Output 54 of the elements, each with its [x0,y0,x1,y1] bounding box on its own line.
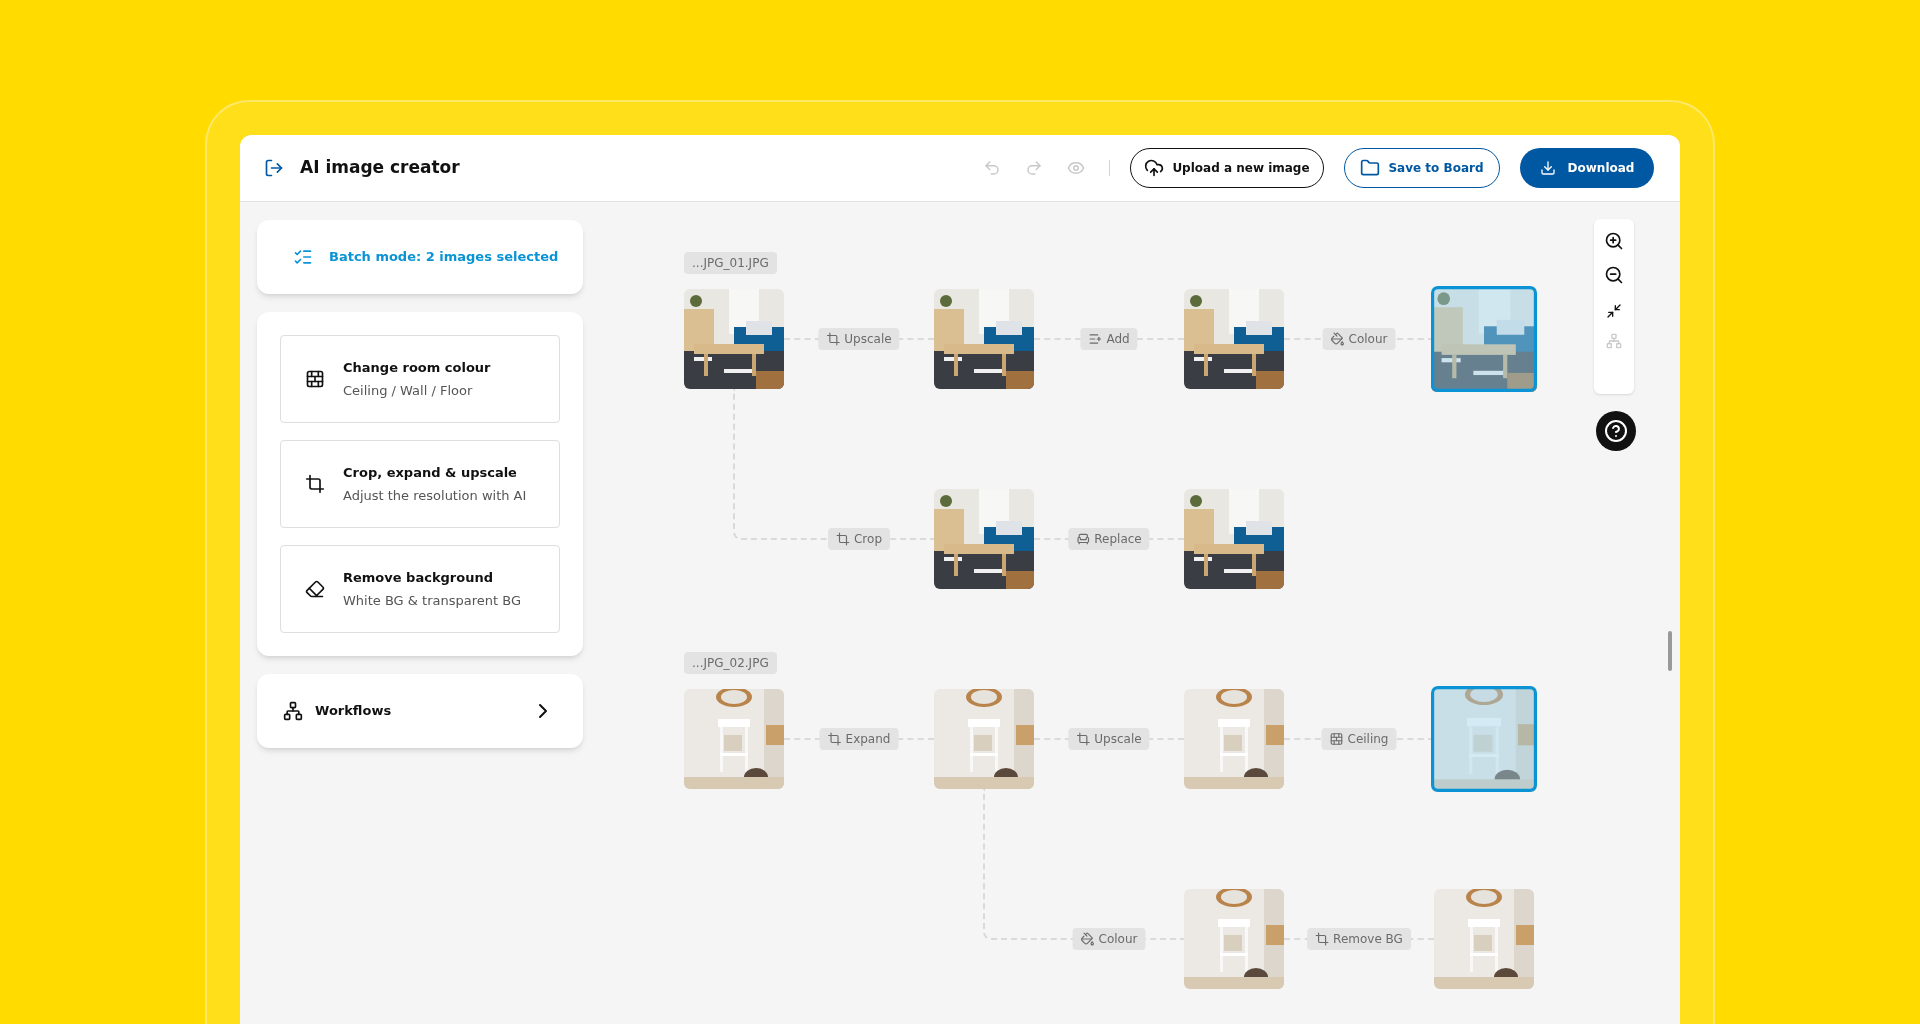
armchair-icon [1076,532,1091,546]
tool-title: Change room colour [343,358,491,377]
step-label[interactable]: Ceiling [1321,728,1397,750]
crop-icon [305,474,325,494]
tool-title: Crop, expand & upscale [343,463,518,482]
tool-title: Remove background [343,568,494,587]
crop-icon [827,732,842,746]
download-icon [1539,160,1556,176]
paint-bucket-icon [1080,932,1095,946]
tool-subtitle: Adjust the resolution with AI [343,487,527,505]
tool-subtitle: Ceiling / Wall / Floor [343,382,474,400]
crop-icon [1076,732,1091,746]
tool-option[interactable]: Crop, expand & upscale Adjust the resolution with AI [280,440,560,528]
hierarchy-icon[interactable] [1606,333,1622,349]
step-label[interactable]: Add [1080,328,1138,350]
undo-icon[interactable] [983,159,1001,177]
list-plus-icon [1088,332,1103,346]
step-label[interactable]: Replace [1068,528,1150,550]
step-label[interactable]: Upscale [1068,728,1150,750]
file-name-tag: ...JPG_02.JPG [684,652,777,674]
list-check-icon [293,247,313,267]
tool-subtitle: White BG & transparent BG [343,592,522,610]
preview-icon[interactable] [1067,159,1085,177]
eraser-icon [305,579,325,599]
workflows-button[interactable]: Workflows [257,674,583,748]
crop-icon [1315,932,1330,946]
zoom-out-icon[interactable] [1604,265,1624,285]
download-button[interactable]: Download [1520,148,1654,188]
batch-mode-text: Batch mode: 2 images selected [329,248,559,267]
brick-wall-icon [1329,732,1344,746]
step-label[interactable]: Upscale [818,328,900,350]
exit-icon[interactable] [264,158,284,178]
tool-option[interactable]: Remove background White BG & transparent BG [280,545,560,633]
help-button[interactable] [1596,411,1636,451]
step-label[interactable]: Expand [819,728,899,750]
help-icon [1604,419,1628,443]
step-label[interactable]: Colour [1072,928,1146,950]
step-label[interactable]: Crop [828,528,890,550]
hierarchy-icon [283,701,303,721]
folder-icon [1360,158,1381,178]
crop-icon [826,332,841,346]
zoom-in-icon[interactable] [1604,231,1624,251]
redo-icon[interactable] [1025,159,1043,177]
tool-option[interactable]: Change room colour Ceiling / Wall / Floor [280,335,560,423]
file-name-tag: ...JPG_01.JPG [684,252,777,274]
brick-wall-icon [305,369,325,389]
cloud-upload-icon [1144,158,1165,178]
app-title: AI image creator [300,156,460,180]
crop-icon [836,532,850,546]
scrollbar[interactable] [1668,631,1672,671]
step-label[interactable]: Remove BG [1307,928,1411,950]
fit-view-icon[interactable] [1606,303,1622,319]
paint-bucket-icon [1330,332,1345,346]
step-label[interactable]: Colour [1322,328,1396,350]
